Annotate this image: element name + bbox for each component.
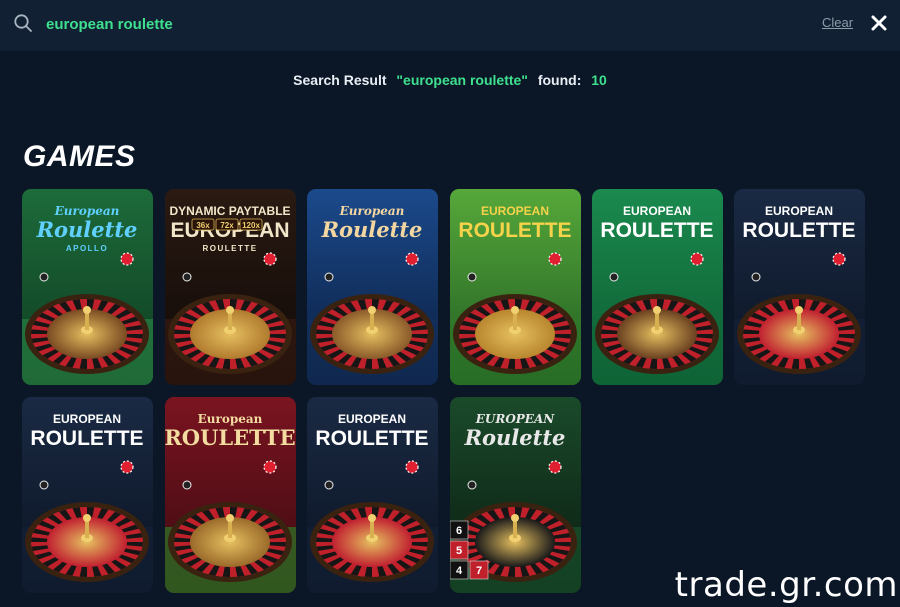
game-tile[interactable]: EUROPEAN ROULETTE [450, 189, 581, 385]
game-title-line1: EUROPEAN [623, 204, 691, 218]
game-tile[interactable]: European Roulette [307, 189, 438, 385]
multiplier-label: 36x [196, 221, 210, 230]
roulette-wheel-icon [25, 502, 149, 582]
close-icon[interactable] [870, 14, 888, 32]
game-thumbnail: EUROPEANROULETTE [734, 189, 865, 385]
game-title-line1: DYNAMIC PAYTABLE [169, 204, 290, 218]
game-title-line1: EUROPEAN [475, 412, 556, 426]
result-prefix: Search Result [293, 72, 387, 88]
game-title-line1: EUROPEAN [481, 204, 549, 218]
roulette-wheel-icon [453, 294, 577, 374]
result-count: 10 [591, 72, 607, 88]
game-thumbnail: EUROPEANROULETTE [450, 189, 581, 385]
game-thumbnail: EuropeanRoulette APOLLO [22, 189, 153, 385]
game-title-line2: ROULETTE [458, 219, 571, 242]
game-thumbnail: EUROPEANRoulette 6 5 4 7 [450, 397, 581, 593]
roulette-wheel-icon [310, 294, 434, 374]
roulette-wheel-icon [310, 502, 434, 582]
game-title-line2: Roulette [36, 217, 138, 242]
multiplier-label: 72x [220, 221, 234, 230]
roulette-wheel-icon [737, 294, 861, 374]
game-title-line2: ROULETTE [30, 427, 143, 450]
game-title-line2: ROULETTE [600, 219, 713, 242]
result-found-label: found: [537, 72, 582, 88]
game-title-line1: EUROPEAN [765, 204, 833, 218]
game-thumbnail: EUROPEANROULETTE [307, 397, 438, 593]
game-tile[interactable]: DYNAMIC PAYTABLE EUROPEAN ROULETTE 36x 72x 12… [165, 189, 296, 385]
watermark: trade.gr.com [674, 565, 898, 605]
game-thumbnail: EUROPEANROULETTE [592, 189, 723, 385]
section-title-games: GAMES [23, 140, 136, 173]
search-result-summary: Search Result "european roulette" found:… [0, 72, 900, 88]
clear-button[interactable]: Clear [822, 15, 853, 30]
game-subtitle: APOLLO [66, 244, 108, 253]
search-bar: Clear [0, 0, 900, 52]
game-title-line1: European [198, 412, 263, 426]
game-tile[interactable]: European ROULETTE [165, 397, 296, 593]
game-tile[interactable]: EUROPEAN ROULETTE [307, 397, 438, 593]
game-thumbnail: EuropeanROULETTE [165, 397, 296, 593]
game-title-line2: ROULETTE [742, 219, 855, 242]
game-title-line2: Roulette [464, 425, 566, 450]
result-query: "european roulette" [396, 72, 528, 88]
table-number: 7 [476, 565, 482, 577]
roulette-wheel-icon [168, 294, 292, 374]
game-title-line2: Roulette [321, 217, 423, 242]
game-title-line2: ROULETTE [165, 425, 296, 450]
roulette-wheel-icon [168, 502, 292, 582]
multiplier-label: 120x [242, 221, 260, 230]
game-tile[interactable]: European Roulette APOLLO [22, 189, 153, 385]
game-tile[interactable]: EUROPEAN Roulette 6 5 4 7 [450, 397, 581, 593]
game-title-line1: European [339, 204, 405, 218]
game-subtitle: ROULETTE [202, 244, 257, 253]
game-tile[interactable]: EUROPEAN ROULETTE [22, 397, 153, 593]
game-tile[interactable]: EUROPEAN ROULETTE [734, 189, 865, 385]
game-thumbnail: DYNAMIC PAYTABLEEUROPEANROULETTE36x 72x 12… [165, 189, 296, 385]
game-thumbnail: EuropeanRoulette [307, 189, 438, 385]
table-number: 6 [456, 525, 462, 537]
roulette-wheel-icon [25, 294, 149, 374]
table-number: 4 [456, 565, 463, 577]
game-tile[interactable]: EUROPEAN ROULETTE [592, 189, 723, 385]
game-title-line1: EUROPEAN [338, 412, 406, 426]
table-number: 5 [456, 545, 462, 557]
search-input[interactable] [46, 12, 566, 36]
game-thumbnail: EUROPEANROULETTE [22, 397, 153, 593]
search-icon [14, 14, 32, 32]
game-title-line1: EUROPEAN [53, 412, 121, 426]
game-title-line2: ROULETTE [315, 427, 428, 450]
roulette-wheel-icon [595, 294, 719, 374]
game-title-line1: European [54, 204, 120, 218]
